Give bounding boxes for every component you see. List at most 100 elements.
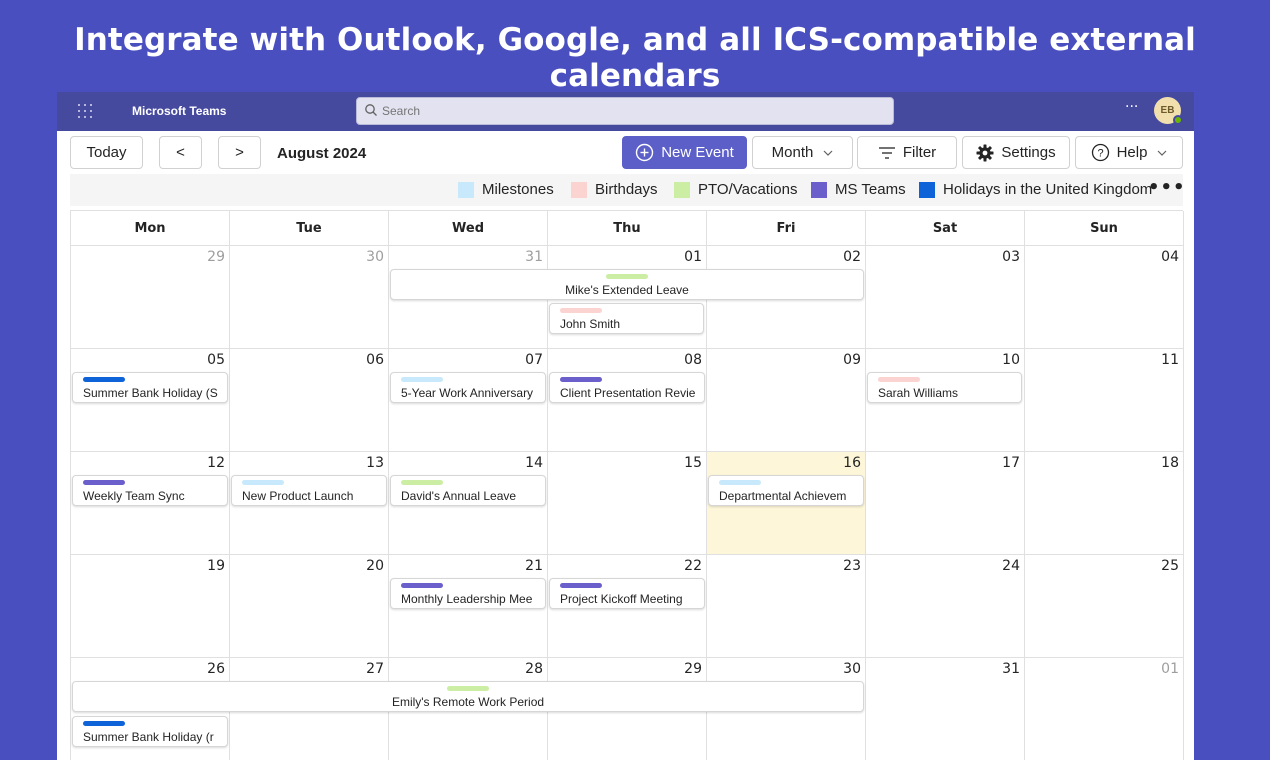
- day-number: 24: [1002, 558, 1020, 574]
- legend-item-birthdays[interactable]: Birthdays: [571, 181, 658, 198]
- filter-label: Filter: [902, 144, 937, 161]
- event-card[interactable]: Summer Bank Holiday (r: [72, 716, 228, 747]
- teams-window: Microsoft Teams ··· EB Today < > August …: [57, 92, 1194, 760]
- day-cell[interactable]: 20: [230, 555, 389, 658]
- month-title: August 2024: [277, 145, 367, 162]
- legend-label: Milestones: [482, 181, 554, 198]
- day-number: 31: [1002, 661, 1020, 677]
- prev-label: <: [176, 144, 185, 161]
- app-launcher-icon[interactable]: [78, 104, 92, 118]
- search-box[interactable]: [356, 97, 894, 125]
- legend-more-button[interactable]: •••: [1148, 177, 1186, 198]
- day-number: 30: [843, 661, 861, 677]
- event-title: Summer Bank Holiday (r: [83, 730, 214, 744]
- day-cell[interactable]: 03: [866, 246, 1025, 349]
- day-number: 06: [366, 352, 384, 368]
- event-title: Sarah Williams: [878, 386, 959, 400]
- day-number: 14: [525, 455, 543, 471]
- day-number: 23: [843, 558, 861, 574]
- view-select[interactable]: Month: [752, 136, 853, 169]
- weekday-header: Thu: [548, 211, 707, 246]
- legend-item-holidays[interactable]: Holidays in the United Kingdom: [919, 181, 1152, 198]
- weekday-header: Mon: [71, 211, 230, 246]
- event-card[interactable]: Weekly Team Sync: [72, 475, 228, 506]
- day-cell[interactable]: 15: [548, 452, 707, 555]
- category-bar: [83, 480, 125, 485]
- day-number: 04: [1161, 249, 1179, 265]
- day-cell[interactable]: 04: [1025, 246, 1184, 349]
- search-input[interactable]: [382, 101, 882, 121]
- legend-swatch: [674, 181, 690, 198]
- legend-item-pto[interactable]: PTO/Vacations: [674, 181, 798, 198]
- day-number: 19: [207, 558, 225, 574]
- day-number: 27: [366, 661, 384, 677]
- day-cell[interactable]: 17: [866, 452, 1025, 555]
- event-card[interactable]: Departmental Achievem: [708, 475, 864, 506]
- calendar-legend: Milestones Birthdays PTO/Vacations MS Te…: [70, 174, 1186, 206]
- legend-label: PTO/Vacations: [698, 181, 798, 198]
- event-card[interactable]: Project Kickoff Meeting: [549, 578, 705, 609]
- day-cell[interactable]: 06: [230, 349, 389, 452]
- day-number: 29: [684, 661, 702, 677]
- legend-swatch: [919, 181, 935, 198]
- day-cell[interactable]: 25: [1025, 555, 1184, 658]
- event-card[interactable]: 5-Year Work Anniversary: [390, 372, 546, 403]
- weekday-header: Sat: [866, 211, 1025, 246]
- event-title: Departmental Achievem: [719, 489, 847, 503]
- day-cell[interactable]: 23: [707, 555, 866, 658]
- prev-month-button[interactable]: <: [159, 136, 202, 169]
- day-number: 05: [207, 352, 225, 368]
- day-number: 26: [207, 661, 225, 677]
- event-card[interactable]: Summer Bank Holiday (S: [72, 372, 228, 403]
- next-label: >: [235, 144, 244, 161]
- day-number: 08: [684, 352, 702, 368]
- event-title: Emily's Remote Work Period: [391, 695, 545, 709]
- more-options-button[interactable]: ···: [1125, 99, 1138, 115]
- search-icon: [365, 104, 377, 116]
- day-number: 12: [207, 455, 225, 471]
- day-number: 15: [684, 455, 702, 471]
- event-card[interactable]: Sarah Williams: [867, 372, 1022, 403]
- event-card[interactable]: Monthly Leadership Mee: [390, 578, 546, 609]
- legend-label: MS Teams: [835, 181, 906, 198]
- today-button[interactable]: Today: [70, 136, 143, 169]
- event-card[interactable]: New Product Launch: [231, 475, 387, 506]
- day-cell[interactable]: 24: [866, 555, 1025, 658]
- filter-button[interactable]: Filter: [857, 136, 957, 169]
- event-title: Monthly Leadership Mee: [401, 592, 533, 606]
- event-card[interactable]: Client Presentation Revie: [549, 372, 705, 403]
- filter-icon: [878, 146, 895, 159]
- day-cell[interactable]: 01: [1025, 658, 1184, 760]
- title-bar: Microsoft Teams ··· EB: [57, 92, 1194, 131]
- day-cell[interactable]: 09: [707, 349, 866, 452]
- event-card[interactable]: Emily's Remote Work Period: [72, 681, 864, 712]
- day-number: 01: [1161, 661, 1179, 677]
- day-cell[interactable]: 19: [71, 555, 230, 658]
- category-bar: [401, 480, 443, 485]
- legend-item-milestones[interactable]: Milestones: [458, 181, 554, 198]
- help-button[interactable]: ? Help: [1075, 136, 1183, 169]
- view-label: Month: [771, 144, 814, 161]
- next-month-button[interactable]: >: [218, 136, 261, 169]
- day-cell[interactable]: 11: [1025, 349, 1184, 452]
- event-card[interactable]: Mike's Extended Leave: [390, 269, 864, 300]
- weekday-header: Sun: [1025, 211, 1184, 246]
- chevron-down-icon: [1157, 150, 1167, 156]
- day-cell[interactable]: 30: [230, 246, 389, 349]
- new-event-button[interactable]: New Event: [622, 136, 747, 169]
- gear-icon: [976, 144, 994, 161]
- event-title: New Product Launch: [242, 489, 354, 503]
- legend-label: Holidays in the United Kingdom: [943, 181, 1153, 198]
- event-card[interactable]: David's Annual Leave: [390, 475, 546, 506]
- day-cell[interactable]: 31: [866, 658, 1025, 760]
- event-title: 5-Year Work Anniversary: [401, 386, 534, 400]
- category-bar: [83, 377, 125, 382]
- event-title: Mike's Extended Leave: [565, 283, 689, 297]
- settings-button[interactable]: Settings: [962, 136, 1070, 169]
- day-number: 28: [525, 661, 543, 677]
- day-cell[interactable]: 29: [71, 246, 230, 349]
- weekday-header: Wed: [389, 211, 548, 246]
- legend-item-msteams[interactable]: MS Teams: [811, 181, 906, 198]
- day-cell[interactable]: 18: [1025, 452, 1184, 555]
- event-card[interactable]: John Smith: [549, 303, 704, 334]
